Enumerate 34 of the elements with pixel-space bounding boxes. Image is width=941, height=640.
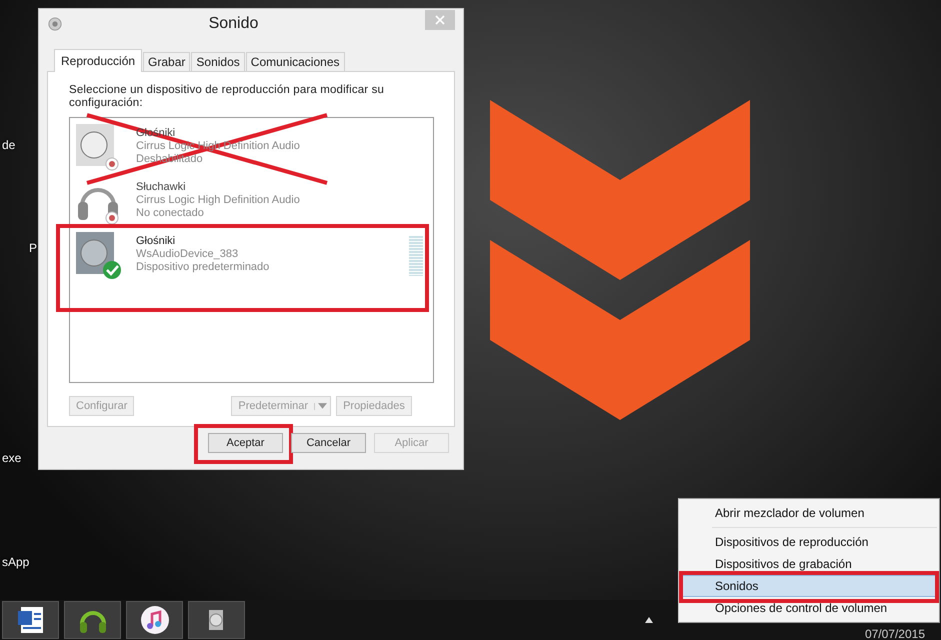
headphones-app-button[interactable]	[64, 601, 121, 639]
instruction-text: Seleccione un dispositivo de reproducción para modificar su configuración:	[69, 84, 386, 110]
document-app-button[interactable]	[2, 601, 59, 639]
device-driver: WsAudioDevice_383	[136, 248, 240, 261]
menu-item[interactable]: Sonidos	[681, 575, 937, 597]
speaker-app-button[interactable]	[188, 601, 245, 639]
menu-item[interactable]: Dispositivos de reproducción	[681, 531, 937, 553]
device-status: Dispositivo predeterminado	[136, 261, 270, 274]
tab[interactable]: Comunicaciones	[246, 52, 344, 71]
tab[interactable]: Reproducción	[54, 49, 142, 72]
dialog-button[interactable]: Cancelar	[291, 433, 366, 453]
tab[interactable]: Grabar	[143, 52, 190, 71]
tray-arrow-icon[interactable]	[645, 617, 653, 623]
dialog-button[interactable]: Aceptar	[208, 433, 283, 453]
device-name: Słuchawki	[136, 181, 187, 194]
speaker-icon	[48, 17, 62, 31]
device-name: Głośniki	[136, 235, 176, 248]
device-driver: Cirrus Logic High Definition Audio	[136, 194, 300, 207]
desktop-icon-label[interactable]: exe	[2, 451, 22, 465]
menu-item[interactable]: Dispositivos de grabación	[681, 553, 937, 575]
music-icon	[138, 604, 170, 636]
menu-item[interactable]: Opciones de control de volumen	[681, 597, 937, 619]
window-title: Sonido	[208, 15, 260, 33]
desktop-icon-label[interactable]: P	[29, 241, 38, 255]
clock-date: 07/07/2015	[864, 628, 925, 640]
volume-meter	[409, 236, 423, 276]
close-icon	[435, 15, 445, 25]
desktop-icon-label[interactable]: sApp	[2, 555, 30, 569]
desktop-icon-label[interactable]: de	[2, 138, 16, 152]
menu-item[interactable]: Abrir mezclador de volumen	[681, 502, 937, 524]
device-status: No conectado	[136, 207, 205, 220]
tab[interactable]: Sonidos	[191, 52, 245, 71]
caret-icon	[314, 402, 328, 410]
music-app-button[interactable]	[126, 601, 183, 639]
